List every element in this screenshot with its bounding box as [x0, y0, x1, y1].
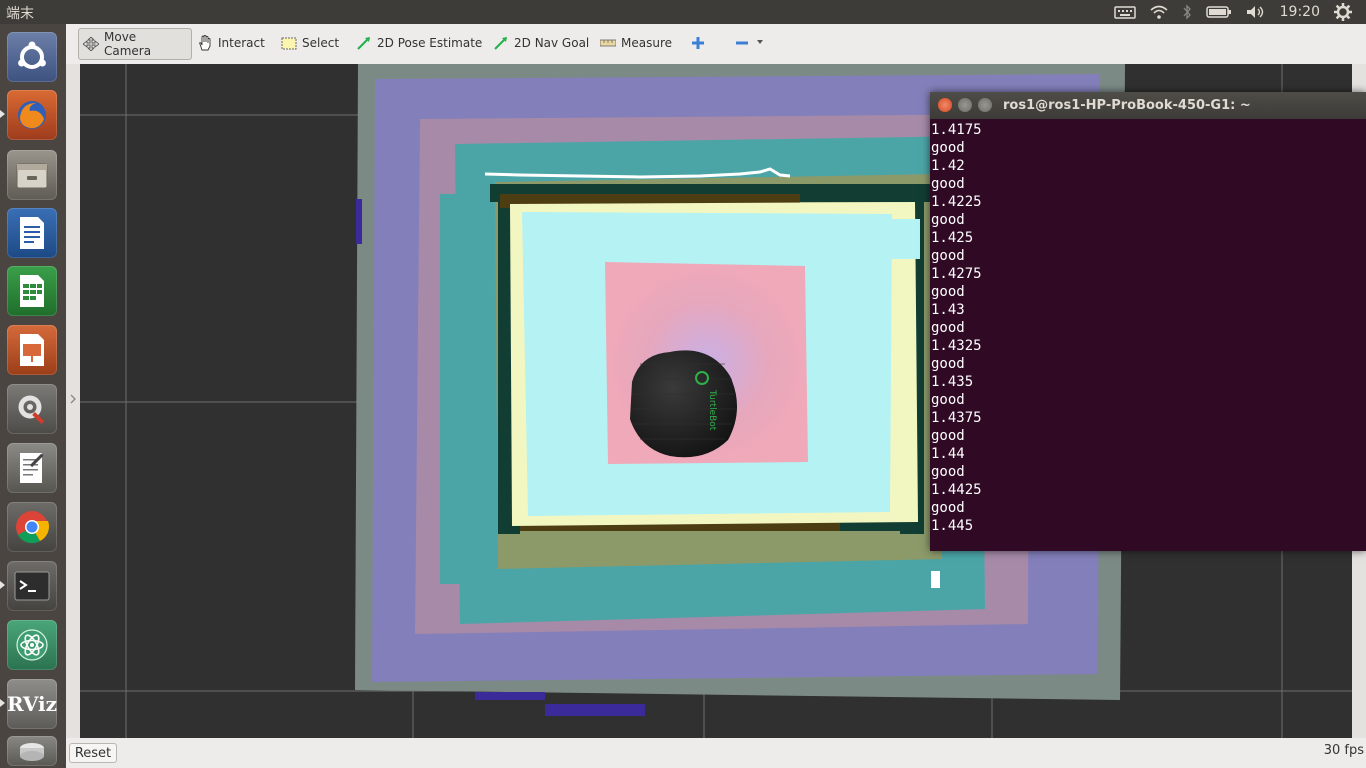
volume-icon[interactable]	[1246, 5, 1266, 19]
keyboard-icon[interactable]	[1113, 5, 1136, 19]
move-camera-icon	[83, 37, 99, 51]
hand-icon	[197, 35, 213, 51]
minimize-icon[interactable]	[958, 98, 972, 112]
terminal-line: 1.445	[931, 518, 974, 534]
terminal-titlebar[interactable]: ros1@ros1-HP-ProBook-450-G1: ~	[930, 92, 1366, 119]
measure-label: Measure	[621, 36, 672, 50]
terminal-prompt-line[interactable]	[931, 571, 1361, 589]
terminal-cursor	[931, 571, 940, 588]
terminal-window[interactable]: ros1@ros1-HP-ProBook-450-G1: ~ 1.4175 go…	[930, 92, 1366, 588]
terminal-line: 1.4425	[931, 482, 982, 498]
drive-icon[interactable]	[7, 736, 57, 766]
top-panel: 端末 19:20	[0, 0, 1366, 24]
terminal-line: 1.4175	[931, 122, 982, 138]
terminal-line: good	[931, 464, 965, 480]
select-tool[interactable]: Select	[277, 28, 343, 58]
pose-estimate-label: 2D Pose Estimate	[377, 36, 483, 50]
wifi-icon[interactable]	[1150, 5, 1168, 19]
terminal-title: ros1@ros1-HP-ProBook-450-G1: ~	[1003, 98, 1251, 113]
move-camera-label: Move Camera	[104, 30, 152, 58]
interact-tool[interactable]: Interact	[193, 28, 269, 58]
gear-icon[interactable]	[1334, 3, 1352, 21]
firefox-icon[interactable]	[7, 90, 57, 140]
files-icon[interactable]	[7, 150, 57, 200]
text-editor-icon[interactable]	[7, 443, 57, 493]
terminal-line: good	[931, 320, 965, 336]
green-arrow-icon	[493, 36, 509, 50]
system-settings-icon[interactable]	[7, 384, 57, 434]
chevron-right-icon[interactable]	[69, 394, 77, 404]
dash-home-icon[interactable]	[7, 32, 57, 82]
bluetooth-icon[interactable]	[1182, 4, 1192, 20]
terminal-line: 1.4375	[931, 410, 982, 426]
clock[interactable]: 19:20	[1280, 4, 1320, 20]
terminal-line: 1.4275	[931, 266, 982, 282]
measure-tool[interactable]: Measure	[596, 28, 676, 58]
ruler-icon	[600, 36, 616, 50]
libreoffice-calc-icon[interactable]	[7, 266, 57, 316]
terminal-icon[interactable]	[7, 561, 57, 611]
plus-icon	[690, 36, 706, 50]
terminal-line: 1.425	[931, 230, 974, 246]
maximize-icon[interactable]	[978, 98, 992, 112]
terminal-line: good	[931, 140, 965, 156]
rviz-icon-label: RViz	[6, 692, 58, 716]
status-bar: Reset 30 fps	[66, 738, 1366, 768]
terminal-line: 1.43	[931, 302, 965, 318]
robot-label: TurtleBot	[707, 389, 717, 431]
terminal-line: good	[931, 284, 965, 300]
terminal-line: good	[931, 212, 965, 228]
turtlebot-model: TurtleBot	[630, 350, 738, 458]
terminal-line: 1.4325	[931, 338, 982, 354]
terminal-line: good	[931, 500, 965, 516]
nav-goal-tool[interactable]: 2D Nav Goal	[489, 28, 593, 58]
terminal-line: good	[931, 176, 965, 192]
interact-label: Interact	[218, 36, 265, 50]
fps-readout: 30 fps	[1323, 743, 1364, 758]
reset-button[interactable]: Reset	[69, 743, 117, 763]
battery-icon[interactable]	[1205, 5, 1232, 19]
terminal-line: good	[931, 392, 965, 408]
indicator-area: 19:20	[1113, 0, 1366, 24]
pose-estimate-tool[interactable]: 2D Pose Estimate	[352, 28, 486, 58]
green-arrow-icon	[356, 36, 372, 50]
close-icon[interactable]	[938, 98, 952, 112]
active-window-title: 端末	[6, 6, 34, 22]
rviz-icon[interactable]: RViz	[7, 679, 57, 729]
terminal-line: good	[931, 428, 965, 444]
select-label: Select	[302, 36, 340, 50]
rviz-toolbar: Move Camera Interact Select 2D Pose Esti…	[66, 24, 1366, 64]
libreoffice-writer-icon[interactable]	[7, 208, 57, 258]
terminal-line: good	[931, 356, 965, 372]
atom-icon[interactable]	[7, 620, 57, 670]
add-tool-button[interactable]	[686, 28, 715, 58]
running-indicator-terminal	[0, 581, 5, 589]
libreoffice-impress-icon[interactable]	[7, 325, 57, 375]
chrome-icon[interactable]	[7, 502, 57, 552]
move-camera-tool[interactable]: Move Camera	[78, 28, 192, 60]
terminal-line: 1.435	[931, 374, 974, 390]
minus-icon	[734, 36, 750, 50]
left-panel-handle[interactable]	[66, 64, 80, 738]
chevron-down-icon[interactable]	[755, 36, 765, 50]
nav-goal-label: 2D Nav Goal	[514, 36, 590, 50]
remove-tool-button[interactable]	[730, 28, 769, 58]
launcher: RViz	[0, 24, 66, 768]
running-indicator-rviz	[0, 699, 5, 707]
terminal-line: good	[931, 248, 965, 264]
terminal-output[interactable]: 1.4175 good 1.42 good 1.4225 good 1.425 …	[931, 121, 1361, 588]
select-icon	[281, 36, 297, 50]
terminal-line: 1.42	[931, 158, 965, 174]
terminal-line: 1.4225	[931, 194, 982, 210]
running-indicator	[0, 110, 5, 118]
terminal-line: 1.44	[931, 446, 965, 462]
